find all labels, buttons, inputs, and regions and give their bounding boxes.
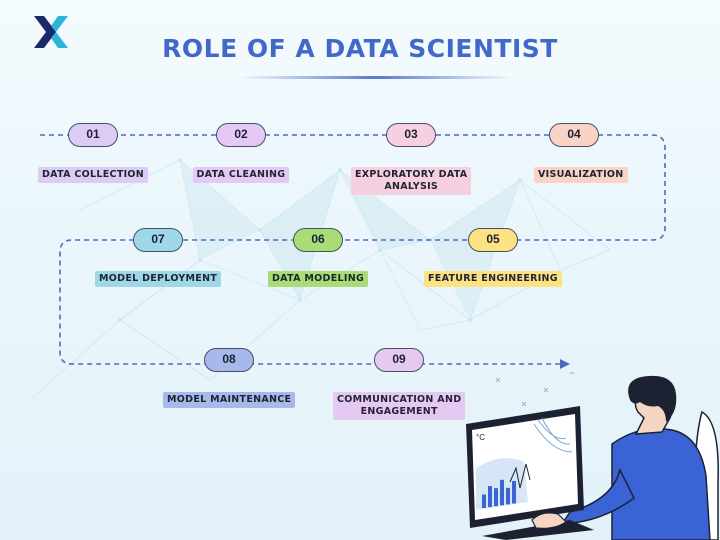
step-05-label: FEATURE ENGINEERING [424, 271, 562, 287]
step-07-badge: 07 [133, 228, 183, 252]
step-01-label: DATA COLLECTION [38, 167, 149, 183]
step-06-label: DATA MODELING [268, 271, 369, 287]
step-08-badge: 08 [204, 348, 254, 372]
monitor-bar [500, 479, 504, 506]
monitor-bar [482, 494, 486, 508]
step-07-label: MODEL DEPLOYMENT [95, 271, 222, 287]
monitor-bar [494, 488, 498, 507]
step-03-badge: 03 [386, 123, 436, 147]
step-08-label: MODEL MAINTENANCE [163, 392, 296, 408]
data-scientist-illustration: °C [466, 372, 719, 540]
monitor-bar [488, 486, 492, 508]
monitor-bar [506, 487, 510, 505]
step-02-badge: 02 [216, 123, 266, 147]
step-04-badge: 04 [549, 123, 599, 147]
temperature-unit-label: °C [476, 433, 485, 442]
step-03-label: EXPLORATORY DATA ANALYSIS [351, 167, 472, 195]
step-09-badge: 09 [374, 348, 424, 372]
step-01-badge: 01 [68, 123, 118, 147]
step-04-label: VISUALIZATION [534, 167, 628, 183]
step-06-badge: 06 [293, 228, 343, 252]
monitor-bar [512, 481, 516, 504]
step-02-label: DATA CLEANING [192, 167, 290, 183]
step-05-badge: 05 [468, 228, 518, 252]
step-09-label: COMMUNICATION AND ENGAGEMENT [333, 392, 466, 420]
